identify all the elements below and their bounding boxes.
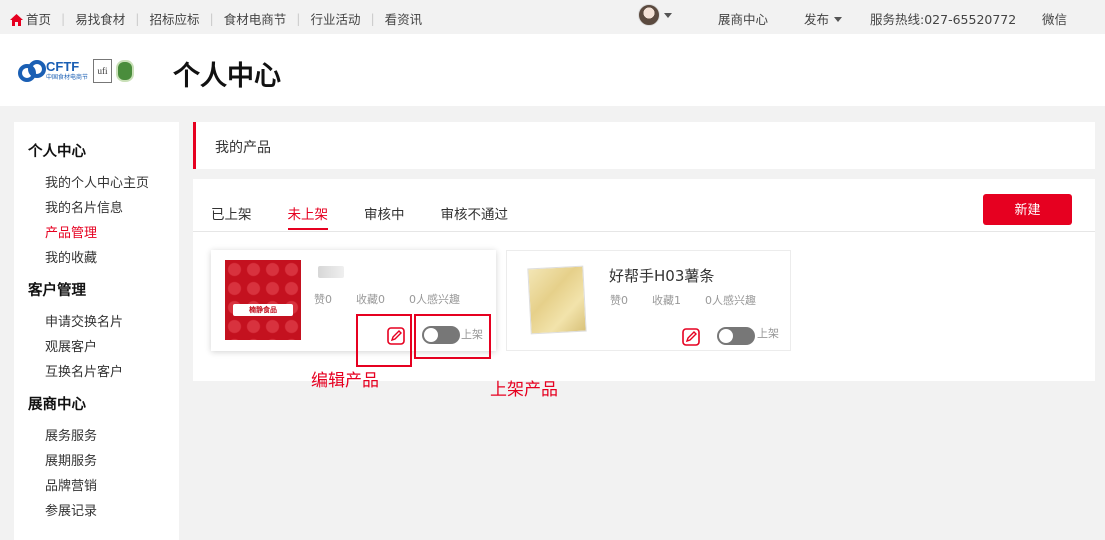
logo-text: CFTF bbox=[46, 59, 80, 74]
hotline-text: 服务热线:027-65520772 bbox=[870, 12, 1017, 27]
product-name[interactable]: 好帮手H03薯条 bbox=[609, 265, 714, 286]
annotation-label-list: 上架产品 bbox=[490, 380, 558, 400]
sidebar-group-customers: 客户管理 申请交换名片 观展客户 互换名片客户 bbox=[28, 279, 179, 385]
page-header: CFTF 中国食材电商节 ufi 个人中心 bbox=[0, 34, 1105, 106]
sidebar-item-exchanged-customers[interactable]: 互换名片客户 bbox=[28, 360, 179, 385]
sidebar-group-title: 展商中心 bbox=[28, 397, 86, 413]
nav-bidding[interactable]: 招标应标 bbox=[149, 9, 199, 28]
sidebar-item-home[interactable]: 我的个人中心主页 bbox=[28, 171, 179, 196]
tab-under-review[interactable]: 审核中 bbox=[364, 203, 405, 230]
nav-wechat[interactable]: 微信 bbox=[1042, 9, 1067, 28]
product-panel: 已上架 未上架 审核中 审核不通过 新建 楠静食品 赞0 收藏0 0人感兴趣 上… bbox=[193, 179, 1095, 381]
sidebar-item-product-management[interactable]: 产品管理 bbox=[28, 221, 179, 246]
annotation-box-edit bbox=[356, 314, 412, 367]
likes-count: 赞0 bbox=[610, 294, 628, 307]
top-nav-links: 首页 | 易找食材 | 招标应标 | 食材电商节 | 行业活动 | 看资讯 bbox=[10, 9, 422, 28]
sidebar-item-exhibition-services[interactable]: 展务服务 bbox=[28, 424, 179, 449]
nav-ingredients[interactable]: 易找食材 bbox=[75, 9, 125, 28]
nav-industry-events[interactable]: 行业活动 bbox=[310, 9, 360, 28]
sidebar-item-exchange-requests[interactable]: 申请交换名片 bbox=[28, 310, 179, 335]
sidebar-group-title: 个人中心 bbox=[28, 144, 86, 160]
annotation-box-list bbox=[414, 314, 491, 359]
chevron-down-icon[interactable] bbox=[664, 13, 672, 18]
section-title: 我的产品 bbox=[215, 140, 271, 156]
tab-unlisted[interactable]: 未上架 bbox=[287, 203, 328, 230]
toggle-label: 上架 bbox=[757, 327, 779, 340]
product-stats: 赞0 收藏1 0人感兴趣 bbox=[610, 292, 780, 308]
sidebar-item-exhibition-records[interactable]: 参展记录 bbox=[28, 499, 179, 524]
sidebar-group-title: 客户管理 bbox=[28, 283, 86, 299]
logo-wordmark: CFTF 中国食材电商节 bbox=[46, 60, 88, 82]
likes-count: 赞0 bbox=[314, 293, 332, 306]
favorites-count: 收藏1 bbox=[652, 294, 681, 307]
sidebar-item-card-info[interactable]: 我的名片信息 bbox=[28, 196, 179, 221]
nav-ecommerce-festival[interactable]: 食材电商节 bbox=[224, 9, 287, 28]
nav-news[interactable]: 看资讯 bbox=[385, 9, 423, 28]
product-tabs: 已上架 未上架 审核中 审核不通过 bbox=[211, 203, 544, 230]
top-nav: 首页 | 易找食材 | 招标应标 | 食材电商节 | 行业活动 | 看资讯 展商… bbox=[0, 0, 1105, 34]
tab-listed[interactable]: 已上架 bbox=[211, 203, 252, 230]
sidebar-item-favorites[interactable]: 我的收藏 bbox=[28, 246, 179, 271]
nav-divider: | bbox=[135, 11, 140, 26]
nav-divider: | bbox=[209, 11, 214, 26]
favorites-count: 收藏0 bbox=[356, 293, 385, 306]
nav-divider: | bbox=[296, 11, 301, 26]
list-toggle[interactable] bbox=[717, 327, 755, 345]
chevron-down-icon bbox=[834, 17, 843, 22]
product-name-redacted bbox=[318, 266, 344, 278]
sidebar-group-personal: 个人中心 我的个人中心主页 我的名片信息 产品管理 我的收藏 bbox=[28, 140, 179, 271]
nav-divider: | bbox=[370, 11, 375, 26]
toggle-knob bbox=[719, 329, 733, 343]
home-icon bbox=[10, 13, 23, 26]
product-thumbnail[interactable]: 楠静食品 bbox=[225, 260, 301, 340]
product-thumbnail[interactable] bbox=[527, 265, 587, 335]
page-title: 个人中心 bbox=[173, 61, 281, 92]
section-header: 我的产品 bbox=[193, 122, 1095, 169]
cftf-logo-mark-icon bbox=[18, 60, 46, 82]
interest-count: 0人感兴趣 bbox=[409, 293, 460, 306]
product-stats: 赞0 收藏0 0人感兴趣 bbox=[314, 291, 484, 307]
product-card[interactable]: 好帮手H03薯条 赞0 收藏1 0人感兴趣 上架 bbox=[506, 250, 791, 351]
sidebar-item-show-period-services[interactable]: 展期服务 bbox=[28, 449, 179, 474]
sidebar-group-exhibitor: 展商中心 展务服务 展期服务 品牌营销 参展记录 bbox=[28, 393, 179, 524]
new-product-button[interactable]: 新建 bbox=[983, 194, 1072, 225]
interest-count: 0人感兴趣 bbox=[705, 294, 756, 307]
site-logo[interactable]: CFTF 中国食材电商节 ufi bbox=[18, 56, 135, 86]
nav-publish[interactable]: 发布 bbox=[804, 9, 843, 28]
ufi-logo: ufi bbox=[93, 59, 113, 83]
nav-exhibitor-center[interactable]: 展商中心 bbox=[718, 9, 768, 28]
tab-review-rejected[interactable]: 审核不通过 bbox=[441, 203, 509, 230]
sidebar: 个人中心 我的个人中心主页 我的名片信息 产品管理 我的收藏 客户管理 申请交换… bbox=[14, 122, 179, 540]
logo-subtext: 中国食材电商节 bbox=[46, 74, 89, 81]
user-avatar[interactable] bbox=[638, 4, 660, 26]
thumbnail-brand: 楠静食品 bbox=[233, 304, 293, 316]
edit-icon[interactable] bbox=[681, 327, 701, 347]
thumbnail-pattern bbox=[225, 260, 301, 340]
nav-home[interactable]: 首页 bbox=[26, 9, 51, 28]
sidebar-item-brand-marketing[interactable]: 品牌营销 bbox=[28, 474, 179, 499]
seal-logo-icon bbox=[116, 60, 135, 82]
nav-publish-label: 发布 bbox=[804, 12, 830, 27]
annotation-label-edit: 编辑产品 bbox=[311, 371, 379, 391]
sidebar-item-visitors[interactable]: 观展客户 bbox=[28, 335, 179, 360]
tabs-divider bbox=[193, 231, 1095, 232]
nav-divider: | bbox=[61, 11, 66, 26]
